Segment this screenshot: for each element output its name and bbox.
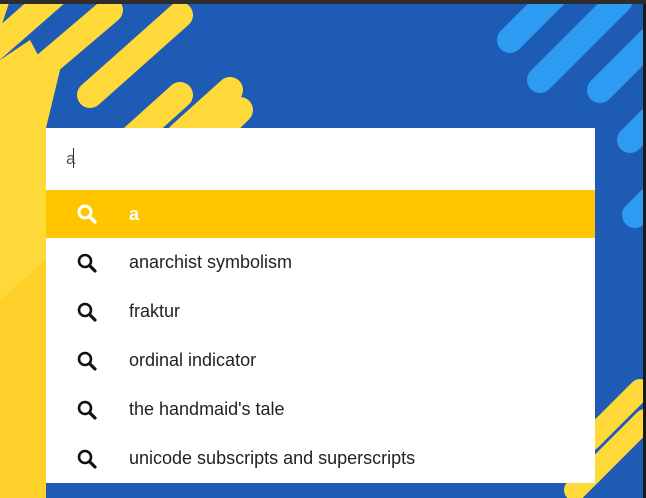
suggestion-label: the handmaid's tale — [129, 399, 285, 419]
search-icon — [77, 204, 97, 224]
search-icon — [77, 351, 97, 371]
search-icon — [77, 253, 97, 273]
suggestion-item[interactable]: anarchist symbolism — [46, 238, 595, 287]
text-caret — [73, 148, 74, 168]
suggestion-label: unicode subscripts and superscripts — [129, 448, 416, 468]
search-box[interactable] — [46, 128, 595, 190]
suggestion-label: fraktur — [129, 301, 181, 321]
suggestion-label: anarchist symbolism — [129, 252, 293, 272]
suggestion-list: a anarchist symbolism fraktur ordinal in… — [46, 190, 595, 483]
window-top-bar — [0, 0, 646, 4]
search-icon — [77, 302, 97, 322]
suggestion-item[interactable]: unicode subscripts and superscripts — [46, 434, 595, 483]
suggestion-label: ordinal indicator — [129, 350, 257, 370]
suggestion-item[interactable]: fraktur — [46, 287, 595, 336]
search-icon — [77, 400, 97, 420]
suggestion-item[interactable]: the handmaid's tale — [46, 385, 595, 434]
suggestion-item[interactable]: ordinal indicator — [46, 336, 595, 385]
suggestion-item[interactable]: a — [46, 190, 595, 238]
suggestion-label: a — [129, 203, 140, 224]
search-icon — [77, 449, 97, 469]
search-input[interactable] — [66, 147, 566, 171]
